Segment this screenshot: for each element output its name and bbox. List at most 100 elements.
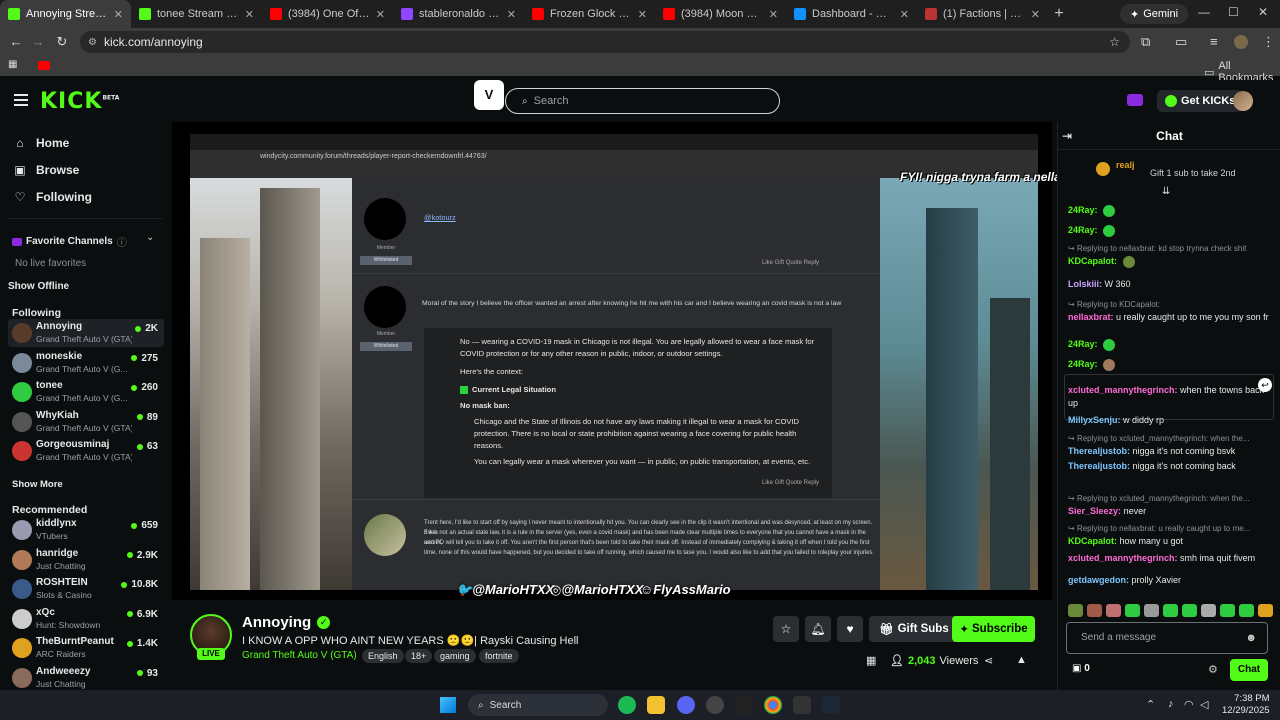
microphone-icon[interactable]: ♪ bbox=[1168, 698, 1174, 710]
volume-icon[interactable]: ◁ bbox=[1200, 698, 1208, 711]
steam-icon[interactable] bbox=[822, 696, 840, 714]
hamburger-menu-icon[interactable] bbox=[14, 94, 28, 106]
emote-icon[interactable] bbox=[1201, 604, 1216, 617]
chat-username[interactable]: KDCapalot: bbox=[1068, 536, 1117, 546]
chat-message[interactable]: ↪ Replying to xcluted_mannythegrinch: wh… bbox=[1068, 432, 1272, 458]
app-icon[interactable] bbox=[793, 696, 811, 714]
chat-message[interactable]: ↪ Replying to KDCapalot: nellaxbrat: u re… bbox=[1068, 298, 1272, 324]
notifications-icon[interactable] bbox=[1127, 94, 1143, 106]
browser-tab[interactable]: (3984) One Of The GREA ✕ bbox=[262, 0, 393, 28]
kicks-balance[interactable]: ▣ 0 bbox=[1072, 663, 1090, 674]
chat-username[interactable]: getdawgedon: bbox=[1068, 575, 1129, 585]
tag-18plus[interactable]: 18+ bbox=[405, 649, 433, 663]
chat-username[interactable]: 24Ray: bbox=[1068, 339, 1098, 349]
sidebar-channel[interactable]: tonee Grand Theft Auto V (G... 260 bbox=[8, 378, 164, 406]
chat-username[interactable]: 24Ray: bbox=[1068, 225, 1098, 235]
kick-logo[interactable]: KICKBETA bbox=[40, 89, 119, 114]
chrome-icon[interactable] bbox=[764, 696, 782, 714]
chat-username[interactable]: 24Ray: bbox=[1068, 205, 1098, 215]
chat-username[interactable]: Lolskiii: bbox=[1068, 279, 1102, 289]
emote-icon[interactable] bbox=[1125, 604, 1140, 617]
url-field[interactable]: ⚙ kick.com/annoying ☆ bbox=[80, 31, 1130, 53]
tag-english[interactable]: English bbox=[362, 649, 404, 663]
emoji-icon[interactable]: ☻ bbox=[1245, 623, 1257, 653]
site-info-icon[interactable]: ⚙ bbox=[88, 37, 97, 48]
close-tab-icon[interactable]: ✕ bbox=[114, 8, 123, 21]
browser-tab[interactable]: Dashboard - Streamable ✕ bbox=[786, 0, 917, 28]
forward-icon[interactable]: → bbox=[26, 34, 50, 49]
sidebar-channel[interactable]: ROSHTEIN Slots & Casino 10.8K bbox=[8, 575, 164, 603]
spotify-icon[interactable] bbox=[618, 696, 636, 714]
close-tab-icon[interactable]: ✕ bbox=[1031, 8, 1040, 21]
sidebar-channel[interactable]: kiddlynx VTubers 659 bbox=[8, 516, 164, 544]
chat-username[interactable]: xcluted_mannythegrinch: bbox=[1068, 553, 1178, 563]
scroll-reply-icon[interactable]: ↩ bbox=[1258, 378, 1272, 392]
chat-username[interactable]: MillyxSenju: bbox=[1068, 415, 1121, 425]
epic-games-icon[interactable] bbox=[735, 696, 753, 714]
windows-start-icon[interactable] bbox=[440, 697, 456, 713]
chat-send-button[interactable]: Chat bbox=[1230, 659, 1268, 681]
browser-tab[interactable]: stableronaldo - Twitch ✕ bbox=[393, 0, 524, 28]
clock[interactable]: 7:38 PM 12/29/2025 bbox=[1222, 693, 1270, 717]
sidebar-channel[interactable]: WhyKiah Grand Theft Auto V (GTA) 89 bbox=[8, 408, 164, 436]
emote-icon[interactable] bbox=[1258, 604, 1273, 617]
file-explorer-icon[interactable] bbox=[647, 696, 665, 714]
browser-tab[interactable]: tonee Stream - Watch L ✕ bbox=[131, 0, 262, 28]
expand-icon[interactable]: ⇊ bbox=[1162, 186, 1170, 197]
app-icon[interactable] bbox=[706, 696, 724, 714]
chat-username[interactable]: Therealjustob: bbox=[1068, 461, 1130, 471]
chat-message[interactable]: Lolskiii: W 360 bbox=[1068, 278, 1272, 291]
nav-browse[interactable]: ▣ Browse bbox=[14, 163, 79, 177]
menu-kebab-icon[interactable]: ⋮ bbox=[1262, 34, 1275, 50]
share-icon[interactable]: ⋖ bbox=[984, 654, 993, 667]
chat-message[interactable]: xcluted_mannythegrinch: smh ima quit fiv… bbox=[1068, 552, 1272, 565]
new-tab-button[interactable]: + bbox=[1048, 5, 1070, 23]
sidebar-channel[interactable]: TheBurntPeanut ARC Raiders 1.4K bbox=[8, 634, 164, 662]
chat-message[interactable]: xcluted_mannythegrinch: when the towns b… bbox=[1068, 384, 1272, 410]
chat-message[interactable]: ↪ Replying to xcluted_mannythegrinch: wh… bbox=[1068, 492, 1272, 518]
sidebar-channel[interactable]: moneskie Grand Theft Auto V (G... 275 bbox=[8, 349, 164, 377]
close-tab-icon[interactable]: ✕ bbox=[900, 8, 909, 21]
tray-chevron-icon[interactable]: ⌃ bbox=[1146, 698, 1155, 711]
video-player[interactable]: windycity.community.forum/threads/player… bbox=[172, 122, 1052, 600]
emote-icon[interactable] bbox=[1220, 604, 1235, 617]
bookmark-star-icon[interactable]: ☆ bbox=[1109, 35, 1120, 49]
close-tab-icon[interactable]: ✕ bbox=[507, 8, 516, 21]
wifi-icon[interactable]: ◠ bbox=[1184, 698, 1194, 711]
browser-tab[interactable]: (3984) Moon vs Ejaay | ✕ bbox=[655, 0, 786, 28]
chevron-down-icon[interactable]: ⌄ bbox=[146, 232, 154, 243]
close-tab-icon[interactable]: ✕ bbox=[769, 8, 778, 21]
gemini-button[interactable]: ✦ Gemini bbox=[1120, 4, 1189, 24]
chat-settings-icon[interactable]: ⚙ bbox=[1208, 663, 1218, 676]
browser-tab[interactable]: Frozen Glock vs Frozen ✕ bbox=[524, 0, 655, 28]
emote-icon[interactable] bbox=[1087, 604, 1102, 617]
notification-bell-button[interactable]: 🔔︎ bbox=[805, 616, 831, 642]
apps-grid-icon[interactable]: ▦ bbox=[8, 59, 17, 70]
close-tab-icon[interactable]: ✕ bbox=[245, 8, 254, 21]
maximize-icon[interactable]: ☐ bbox=[1228, 5, 1239, 19]
search-input[interactable]: ⌕ Search bbox=[505, 88, 780, 114]
browser-tab[interactable]: (1) Factions | Windy City ✕ bbox=[917, 0, 1048, 28]
taskbar-search[interactable]: ⌕ Search bbox=[468, 694, 608, 716]
stream-category-link[interactable]: Grand Theft Auto V (GTA) bbox=[242, 650, 357, 661]
sidepanel-icon[interactable]: ▭ bbox=[1175, 34, 1187, 50]
close-tab-icon[interactable]: ✕ bbox=[376, 8, 385, 21]
tag-fortnite[interactable]: fortnite bbox=[479, 649, 519, 663]
chat-message[interactable]: ↪ Replying to nellaxbrat: u really caugh… bbox=[1068, 522, 1272, 548]
vod-logo-button[interactable]: V bbox=[474, 80, 504, 110]
gift-subs-button[interactable]: 🎁︎ Gift Subs bbox=[869, 616, 959, 642]
close-tab-icon[interactable]: ✕ bbox=[638, 8, 647, 21]
pinned-gifter[interactable]: realj Gift 1 sub to take 2nd ⇊ bbox=[1058, 150, 1280, 197]
streamer-name[interactable]: Annoying ✓ bbox=[242, 614, 331, 631]
favorite-star-button[interactable]: ☆ bbox=[773, 616, 799, 642]
sidebar-channel[interactable]: hanridge Just Chatting 2.9K bbox=[8, 546, 164, 574]
subscribe-button[interactable]: ✦ Subscribe bbox=[952, 616, 1035, 642]
chat-message[interactable]: 24Ray: bbox=[1068, 338, 1272, 351]
show-offline-button[interactable]: Show Offline bbox=[8, 281, 69, 292]
sidebar-channel[interactable]: Andweeezy Just Chatting 93 bbox=[8, 664, 164, 691]
chat-message[interactable]: MillyxSenju: w diddy rp bbox=[1068, 414, 1272, 427]
reload-icon[interactable]: ↻ bbox=[50, 34, 74, 50]
chat-message[interactable]: getdawgedon: prolly Xavier bbox=[1068, 574, 1272, 587]
back-icon[interactable]: ← bbox=[4, 34, 28, 49]
minimize-icon[interactable]: — bbox=[1198, 5, 1210, 19]
